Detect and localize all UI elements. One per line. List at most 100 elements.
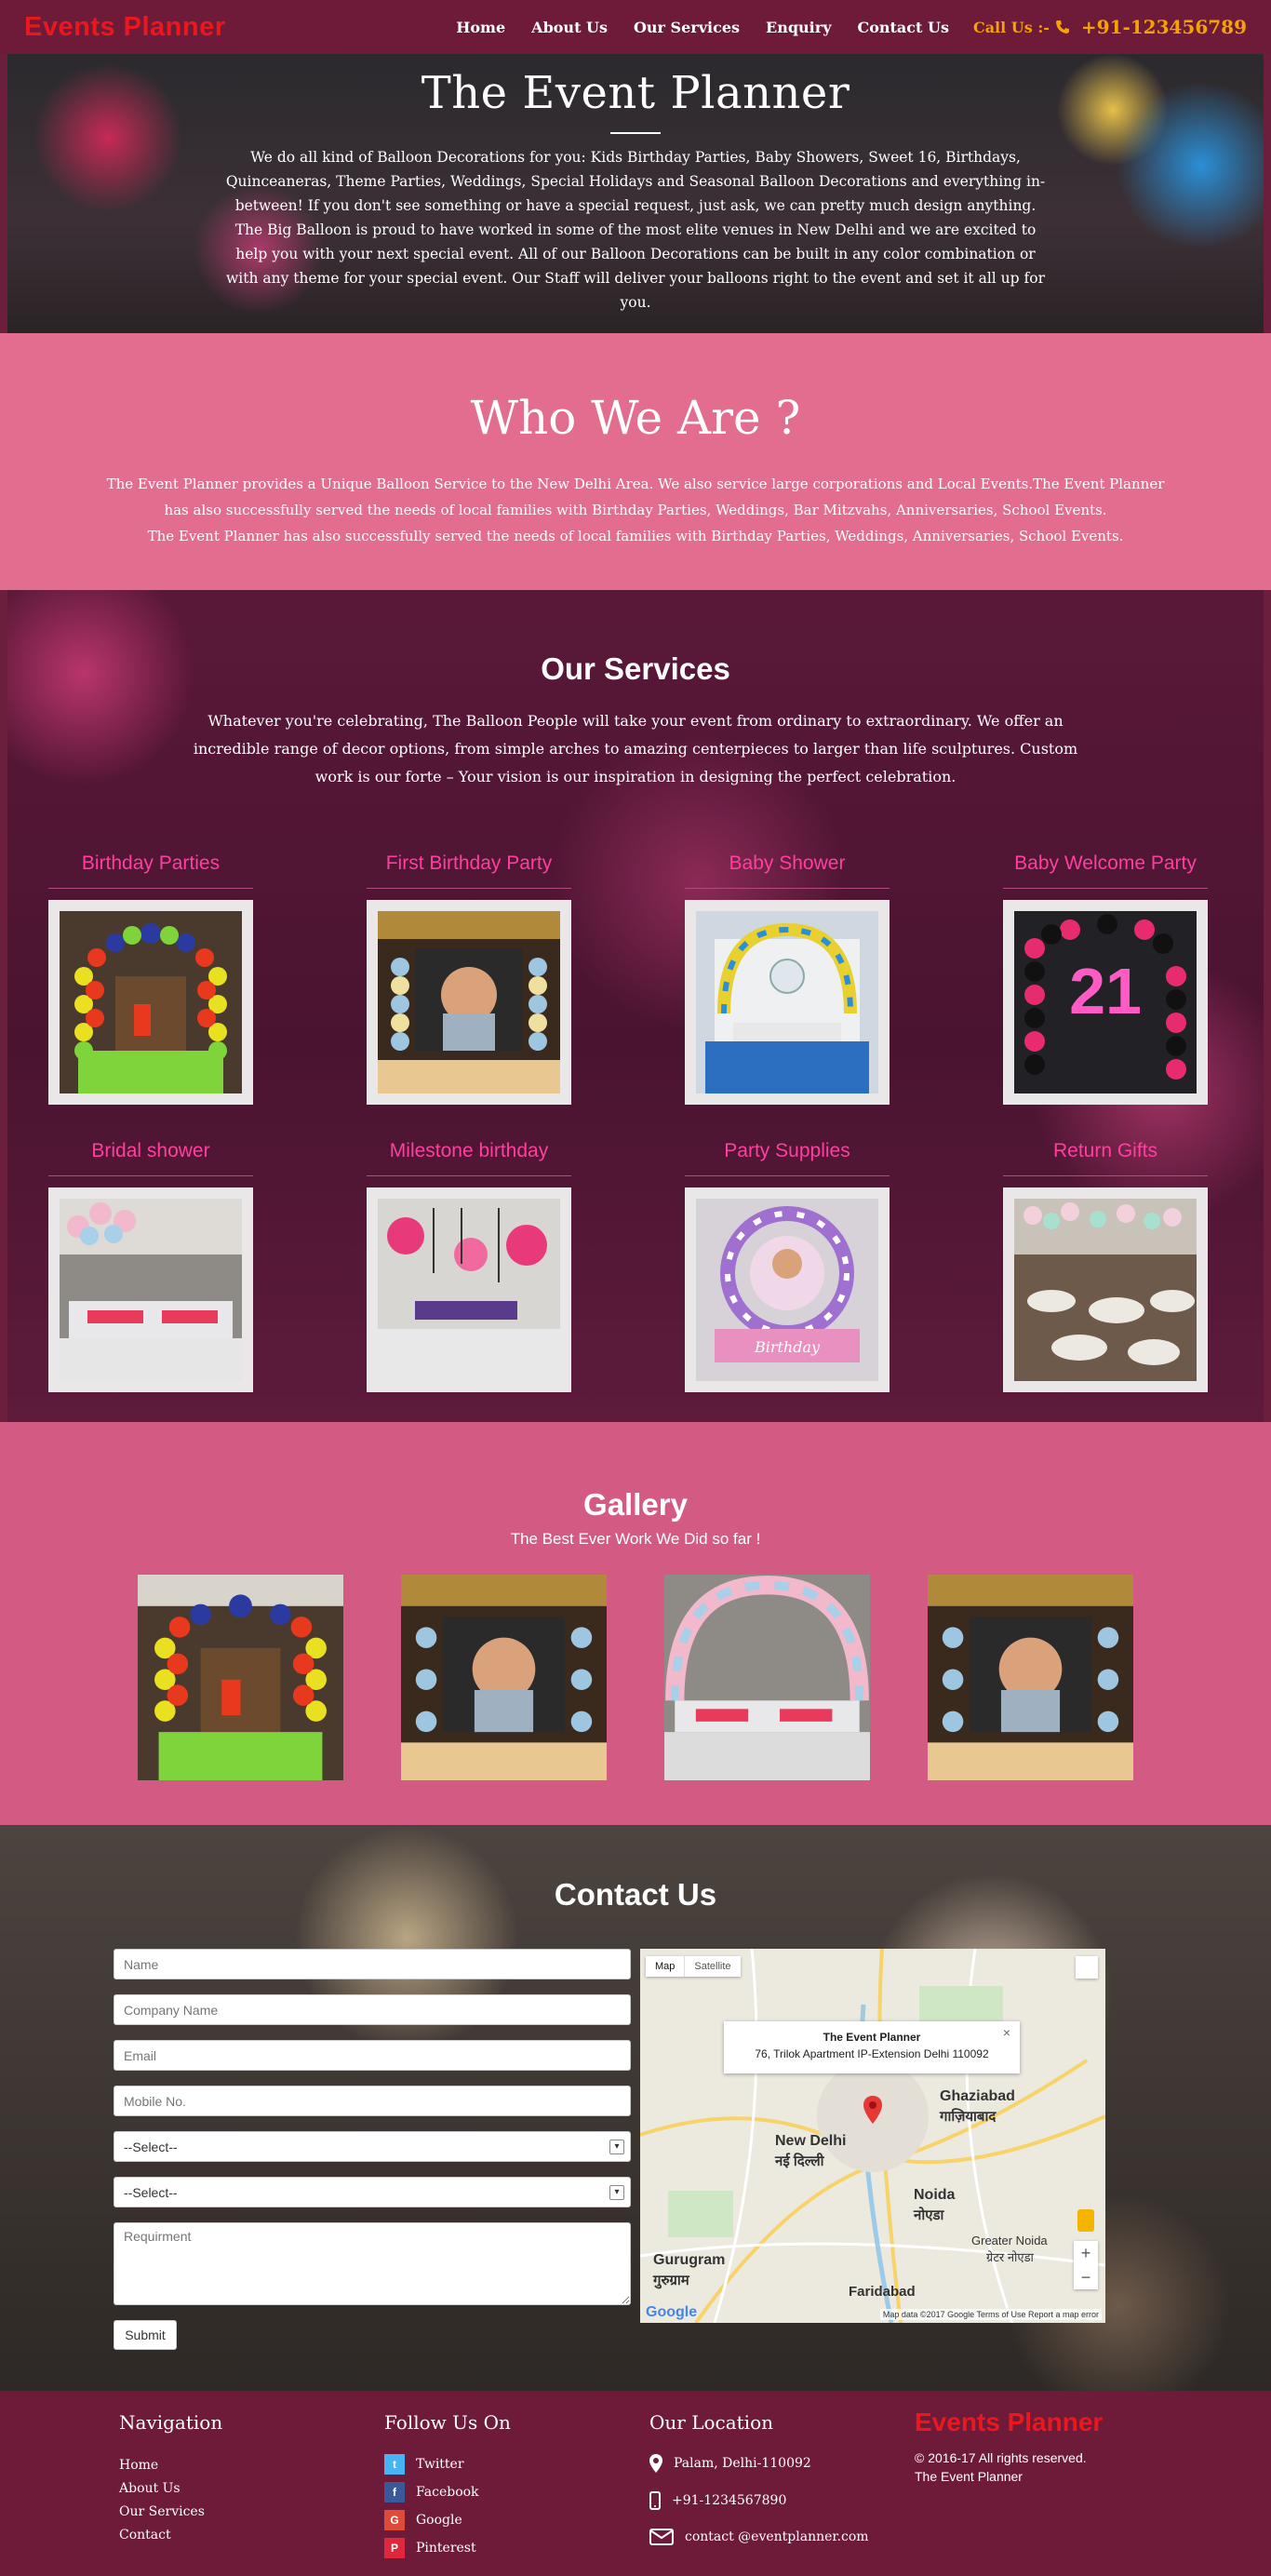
nav-our-services[interactable]: Our Services (634, 19, 740, 36)
social-twitter[interactable]: t Twitter (384, 2454, 511, 2475)
service-card-first-birthday-party[interactable]: First Birthday Party (367, 852, 571, 1105)
social-pinterest[interactable]: P Pinterest (384, 2538, 511, 2558)
social-google[interactable]: G Google (384, 2510, 511, 2530)
zoom-out-icon[interactable]: − (1074, 2265, 1098, 2289)
site-logo[interactable]: Events Planner (24, 12, 226, 43)
svg-text:21: 21 (1069, 955, 1142, 1027)
who-text: The Event Planner provides a Unique Ball… (106, 476, 1165, 518)
close-icon[interactable]: × (1003, 2025, 1010, 2040)
fullscreen-icon[interactable] (1076, 1956, 1098, 1979)
map-popup-title: The Event Planner (823, 2031, 921, 2044)
footer-brand: Events Planner © 2016-17 All rights rese… (915, 2408, 1103, 2486)
map-attribution[interactable]: Map data ©2017 Google Terms of Use Repor… (879, 2309, 1102, 2320)
social-facebook[interactable]: f Facebook (384, 2482, 511, 2502)
gallery-image-first-birthday[interactable] (401, 1575, 607, 1780)
social-label: Twitter (416, 2457, 464, 2472)
envelope-icon (649, 2529, 674, 2545)
mobile-input[interactable] (114, 2086, 631, 2116)
service-title[interactable]: Baby Welcome Party (1003, 852, 1208, 888)
service-divider (48, 888, 253, 889)
select-value: --Select-- (124, 2184, 178, 2200)
service-title[interactable]: Party Supplies (685, 1140, 890, 1175)
party-supplies-photo[interactable]: Birthday (696, 1199, 878, 1381)
services-text: Whatever you're celebrating, The Balloon… (193, 712, 1078, 785)
service-frame (1003, 1187, 1208, 1392)
footer-navigation: Navigation Home About Us Our Services Co… (119, 2411, 222, 2547)
service-card-bridal-shower[interactable]: Bridal shower (48, 1140, 253, 1392)
chevron-down-icon: ▾ (609, 2184, 624, 2200)
service-title[interactable]: Milestone birthday (367, 1140, 571, 1175)
service-card-return-gifts[interactable]: Return Gifts (1003, 1140, 1208, 1392)
service-frame (367, 1187, 571, 1392)
map-tab-satellite[interactable]: Satellite (684, 1956, 740, 1977)
nav-about-us[interactable]: About Us (531, 19, 608, 36)
select-dropdown-1[interactable]: --Select-- ▾ (114, 2131, 631, 2162)
location-map[interactable]: Map Satellite The Event Planner 76, Tril… (640, 1949, 1105, 2323)
street-view-icon[interactable] (1077, 2209, 1094, 2232)
name-input[interactable] (114, 1949, 631, 1979)
header-phone[interactable]: +91-123456789 (1081, 16, 1247, 38)
first-birthday-photo[interactable] (378, 911, 560, 1093)
milestone-birthday-photo[interactable] (378, 1199, 560, 1381)
bridal-shower-photo[interactable] (60, 1199, 242, 1381)
gallery-subtitle: The Best Ever Work We Did so far ! (510, 1530, 761, 1548)
footer-link-our-services[interactable]: Our Services (119, 2501, 222, 2524)
footer-logo[interactable]: Events Planner (915, 2408, 1103, 2437)
return-gifts-photo[interactable] (1014, 1199, 1197, 1381)
gallery-image-birthday-arch[interactable] (138, 1575, 343, 1780)
who-title: Who We Are ? (470, 391, 801, 445)
map-tab-map[interactable]: Map (646, 1956, 684, 1977)
google-plus-icon: G (384, 2510, 405, 2530)
submit-button[interactable]: Submit (114, 2320, 177, 2350)
footer-link-contact[interactable]: Contact (119, 2524, 222, 2547)
map-label-new-delhi: New Delhi (775, 2133, 847, 2149)
service-frame (685, 900, 890, 1105)
service-card-milestone-birthday[interactable]: Milestone birthday (367, 1140, 571, 1392)
contact-section: Contact Us --Select-- ▾ --Select-- ▾ Sub… (0, 1825, 1271, 2391)
company-name-input[interactable] (114, 1994, 631, 2025)
gallery-image-bridal-hall[interactable] (664, 1575, 870, 1780)
service-title[interactable]: Return Gifts (1003, 1140, 1208, 1175)
service-divider (685, 1175, 890, 1176)
pinterest-icon: P (384, 2538, 405, 2558)
service-title[interactable]: Birthday Parties (48, 852, 253, 888)
map-type-tabs: Map Satellite (646, 1956, 741, 1977)
select-dropdown-2[interactable]: --Select-- ▾ (114, 2177, 631, 2207)
call-us: Call Us :- +91-123456789 (973, 16, 1247, 38)
map-info-window: The Event Planner 76, Trilok Apartment I… (724, 2021, 1020, 2073)
nav-contact-us[interactable]: Contact Us (857, 19, 948, 36)
footer-link-home[interactable]: Home (119, 2454, 222, 2477)
map-label-gurugram: Gurugram (653, 2252, 726, 2268)
map-pin-icon[interactable] (863, 2096, 882, 2124)
service-title[interactable]: Bridal shower (48, 1140, 253, 1175)
gallery-title: Gallery (583, 1487, 688, 1522)
footer-link-about-us[interactable]: About Us (119, 2477, 222, 2501)
gallery-image-first-birthday-2[interactable] (928, 1575, 1133, 1780)
main-nav: Home About Us Our Services Enquiry Conta… (430, 16, 1247, 38)
service-divider (1003, 888, 1208, 889)
zoom-in-icon[interactable]: + (1074, 2241, 1098, 2265)
baby-welcome-photo[interactable]: 21 (1014, 911, 1197, 1093)
service-title[interactable]: First Birthday Party (367, 852, 571, 888)
email-text[interactable]: contact @eventplanner.com (685, 2529, 869, 2544)
birthday-arch-photo[interactable] (60, 911, 242, 1093)
service-divider (48, 1175, 253, 1176)
email-input[interactable] (114, 2040, 631, 2071)
service-card-birthday-parties[interactable]: Birthday Parties (48, 852, 253, 1105)
map-label-ghaziabad-hi: गाज़ियाबाद (940, 2109, 997, 2125)
requirement-textarea[interactable] (114, 2222, 631, 2305)
site-footer: Navigation Home About Us Our Services Co… (0, 2391, 1271, 2576)
phone-text[interactable]: +91-1234567890 (672, 2493, 786, 2508)
service-card-baby-shower[interactable]: Baby Shower (685, 852, 890, 1105)
nav-home[interactable]: Home (456, 19, 505, 36)
baby-shower-photo[interactable] (696, 911, 878, 1093)
service-card-party-supplies[interactable]: Party Supplies Birthday (685, 1140, 890, 1392)
nav-enquiry[interactable]: Enquiry (766, 19, 831, 36)
service-card-baby-welcome-party[interactable]: Baby Welcome Party 21 (1003, 852, 1208, 1105)
gallery-row (138, 1575, 1133, 1780)
map-label-faridabad: Faridabad (849, 2284, 916, 2300)
service-title[interactable]: Baby Shower (685, 852, 890, 888)
select-value: --Select-- (124, 2139, 178, 2154)
service-divider (367, 1175, 571, 1176)
hero-text-2: The Big Balloon is proud to have worked … (226, 221, 1045, 311)
